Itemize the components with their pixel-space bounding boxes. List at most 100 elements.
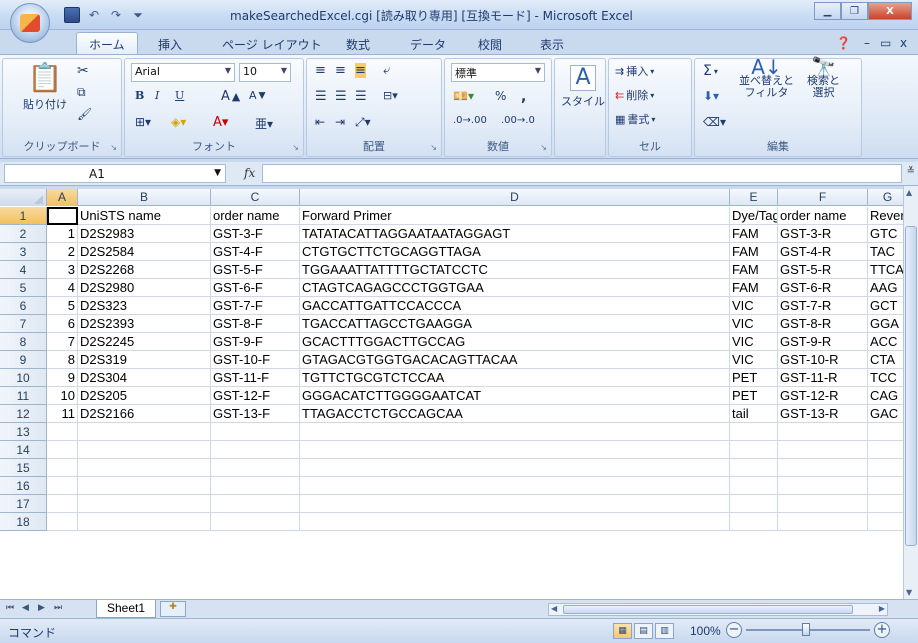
scroll-right-icon[interactable]: ▶ [879,604,885,613]
underline-button[interactable]: U [175,89,184,102]
row-header[interactable]: 14 [0,441,47,459]
cell-e18[interactable] [730,513,778,531]
page-layout-view-icon[interactable]: ▤ [634,623,653,639]
cell-b18[interactable] [78,513,211,531]
insert-sheet-icon[interactable]: ✚ [160,601,186,617]
cell-a1[interactable] [47,207,78,225]
ribbon-restore-icon[interactable]: ▭ [880,36,891,50]
column-header-d[interactable]: D [300,189,730,206]
tab-formulas[interactable]: 数式 [346,36,370,53]
tab-insert[interactable]: 挿入 [158,36,182,53]
cell-f12[interactable]: GST-13-R [778,405,868,423]
cell-c14[interactable] [211,441,300,459]
cell-b11[interactable]: D2S205 [78,387,211,405]
cell-e11[interactable]: PET [730,387,778,405]
cell-b8[interactable]: D2S2245 [78,333,211,351]
cell-c9[interactable]: GST-10-F [211,351,300,369]
cell-c18[interactable] [211,513,300,531]
decrease-decimal-icon[interactable]: .00→.0 [501,115,535,126]
office-button[interactable] [10,3,50,43]
help-icon[interactable]: ❓ [836,36,851,50]
cell-g16[interactable] [868,477,903,495]
horizontal-scroll-thumb[interactable] [563,605,853,614]
fill-icon[interactable]: ⬇▾ [703,89,719,103]
cell-b3[interactable]: D2S2584 [78,243,211,261]
cell-c17[interactable] [211,495,300,513]
clipboard-launcher-icon[interactable]: ↘ [110,143,117,152]
font-color-icon[interactable]: A▾ [213,115,228,130]
vertical-scroll-thumb[interactable] [905,226,917,546]
cell-b15[interactable] [78,459,211,477]
row-header[interactable]: 17 [0,495,47,513]
cell-f7[interactable]: GST-8-R [778,315,868,333]
cell-d6[interactable]: GACCATTGATTCCACCCA [300,297,730,315]
cell-b12[interactable]: D2S2166 [78,405,211,423]
row-header[interactable]: 13 [0,423,47,441]
border-icon[interactable]: ⊞▾ [135,115,151,129]
next-sheet-icon[interactable]: ▶ [38,603,45,613]
cell-e5[interactable]: FAM [730,279,778,297]
cell-b10[interactable]: D2S304 [78,369,211,387]
cell-e16[interactable] [730,477,778,495]
wrap-text-icon[interactable]: ⤶ [383,63,390,78]
cell-d11[interactable]: GGGACATCTTGGGGAATCAT [300,387,730,405]
row-header[interactable]: 1 [0,207,47,225]
cell-f9[interactable]: GST-10-R [778,351,868,369]
cell-d8[interactable]: GCACTTTGGACTTGCCAG [300,333,730,351]
cell-b9[interactable]: D2S319 [78,351,211,369]
cell-b1[interactable]: UniSTS name [78,207,211,225]
cell-f6[interactable]: GST-7-R [778,297,868,315]
cell-d9[interactable]: GTAGACGTGGTGACACAGTTACAA [300,351,730,369]
scroll-left-icon[interactable]: ◀ [551,604,557,613]
cell-c10[interactable]: GST-11-F [211,369,300,387]
grow-font-icon[interactable]: A ▲ [221,89,240,104]
cell-f15[interactable] [778,459,868,477]
cell-f13[interactable] [778,423,868,441]
cell-e3[interactable]: FAM [730,243,778,261]
select-all-button[interactable] [0,189,47,206]
zoom-slider[interactable] [746,623,870,636]
normal-view-icon[interactable]: ▦ [613,623,632,639]
clear-icon[interactable]: ⌫▾ [703,115,726,129]
cell-c8[interactable]: GST-9-F [211,333,300,351]
bold-button[interactable]: B [135,89,144,102]
styles-button[interactable]: A スタイル [561,65,605,109]
cell-c6[interactable]: GST-7-F [211,297,300,315]
cell-c2[interactable]: GST-3-F [211,225,300,243]
cell-f11[interactable]: GST-12-R [778,387,868,405]
cell-c12[interactable]: GST-13-F [211,405,300,423]
cell-a6[interactable]: 5 [47,297,78,315]
cell-a16[interactable] [47,477,78,495]
zoom-slider-knob[interactable] [802,623,810,636]
tab-view[interactable]: 表示 [540,36,564,53]
cell-d1[interactable]: Forward Primer [300,207,730,225]
cell-g9[interactable]: CTA [868,351,903,369]
row-header[interactable]: 10 [0,369,47,387]
horizontal-scrollbar[interactable]: ◀ ▶ [548,603,888,616]
tab-page-layout[interactable]: ページ レイアウト [222,36,322,53]
cell-c5[interactable]: GST-6-F [211,279,300,297]
zoom-level[interactable]: 100% [690,624,721,638]
cell-f3[interactable]: GST-4-R [778,243,868,261]
zoom-out-icon[interactable]: − [726,622,742,638]
cell-a15[interactable] [47,459,78,477]
last-sheet-icon[interactable]: ⏭ [54,603,62,613]
cell-f16[interactable] [778,477,868,495]
cell-b16[interactable] [78,477,211,495]
cell-c1[interactable]: order name [211,207,300,225]
cell-g11[interactable]: CAG [868,387,903,405]
fill-color-icon[interactable]: ◈▾ [171,115,186,129]
copy-icon[interactable]: ⧉ [77,85,86,100]
cell-a4[interactable]: 3 [47,261,78,279]
cut-icon[interactable]: ✂ [77,63,89,79]
row-header[interactable]: 4 [0,261,47,279]
cell-a8[interactable]: 7 [47,333,78,351]
scroll-down-icon[interactable]: ▼ [906,588,912,597]
row-header[interactable]: 16 [0,477,47,495]
page-break-view-icon[interactable]: ▥ [655,623,674,639]
merge-center-icon[interactable]: ⊟▾ [383,89,398,102]
cell-g2[interactable]: GTC [868,225,903,243]
cell-g18[interactable] [868,513,903,531]
row-header[interactable]: 5 [0,279,47,297]
shrink-font-icon[interactable]: A ▼ [249,89,266,102]
